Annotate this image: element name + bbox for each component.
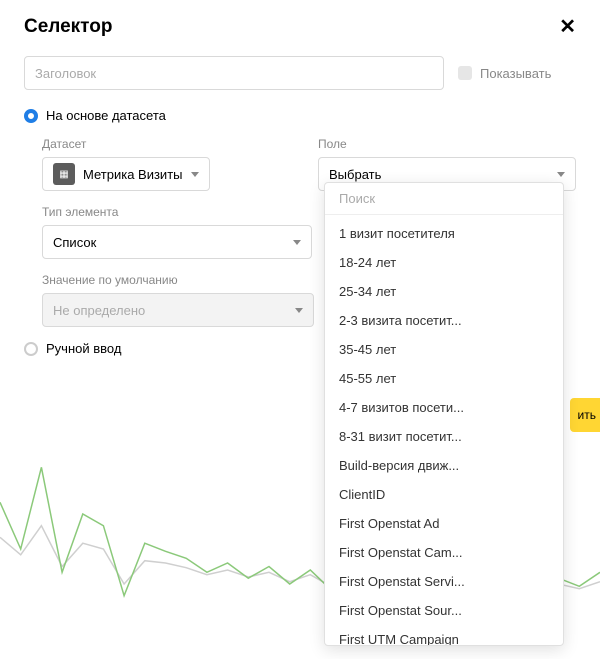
dropdown-item[interactable]: 8-31 визит посетит...	[325, 422, 563, 451]
field-label: Поле	[318, 137, 576, 151]
show-label: Показывать	[480, 66, 551, 81]
submit-button[interactable]: ить	[570, 398, 600, 432]
default-value: Не определено	[53, 303, 145, 318]
chevron-down-icon	[293, 240, 301, 245]
field-dropdown: Поиск 1 визит посетителя18-24 лет25-34 л…	[324, 182, 564, 646]
dataset-select[interactable]: ▦ Метрика Визиты	[42, 157, 210, 191]
radio-dataset-label: На основе датасета	[46, 108, 166, 123]
dropdown-item[interactable]: First UTM Campaign	[325, 625, 563, 645]
dropdown-item[interactable]: ClientID	[325, 480, 563, 509]
table-icon: ▦	[53, 163, 75, 185]
dropdown-search[interactable]: Поиск	[325, 183, 563, 215]
dropdown-item[interactable]: 1 визит посетителя	[325, 219, 563, 248]
title-input[interactable]	[24, 56, 444, 90]
show-toggle[interactable]: Показывать	[458, 66, 551, 81]
dropdown-item[interactable]: First Openstat Ad	[325, 509, 563, 538]
dropdown-item[interactable]: First Openstat Cam...	[325, 538, 563, 567]
chevron-down-icon	[191, 172, 199, 177]
dropdown-item[interactable]: First Openstat Servi...	[325, 567, 563, 596]
dataset-value: Метрика Визиты	[83, 167, 183, 182]
dropdown-item[interactable]: 4-7 визитов посети...	[325, 393, 563, 422]
chevron-down-icon	[295, 308, 303, 313]
element-type-select[interactable]: Список	[42, 225, 312, 259]
radio-dataset[interactable]: На основе датасета	[24, 108, 576, 123]
chevron-down-icon	[557, 172, 565, 177]
radio-manual-label: Ручной ввод	[46, 341, 121, 356]
dropdown-item[interactable]: 18-24 лет	[325, 248, 563, 277]
checkbox-icon	[458, 66, 472, 80]
close-icon[interactable]: ✕	[559, 17, 576, 37]
dropdown-list[interactable]: 1 визит посетителя18-24 лет25-34 лет2-3 …	[325, 215, 563, 645]
dropdown-item[interactable]: 2-3 визита посетит...	[325, 306, 563, 335]
dropdown-item[interactable]: 25-34 лет	[325, 277, 563, 306]
dropdown-item[interactable]: 35-45 лет	[325, 335, 563, 364]
field-value: Выбрать	[329, 167, 381, 182]
default-value-select: Не определено	[42, 293, 314, 327]
radio-icon	[24, 342, 38, 356]
dataset-label: Датасет	[42, 137, 300, 151]
panel-title: Селектор	[24, 16, 112, 38]
element-type-value: Список	[53, 235, 96, 250]
radio-selected-icon	[24, 109, 38, 123]
dropdown-item[interactable]: 45-55 лет	[325, 364, 563, 393]
default-value-label: Значение по умолчанию	[42, 273, 314, 287]
dropdown-item[interactable]: Build-версия движ...	[325, 451, 563, 480]
dropdown-item[interactable]: First Openstat Sour...	[325, 596, 563, 625]
